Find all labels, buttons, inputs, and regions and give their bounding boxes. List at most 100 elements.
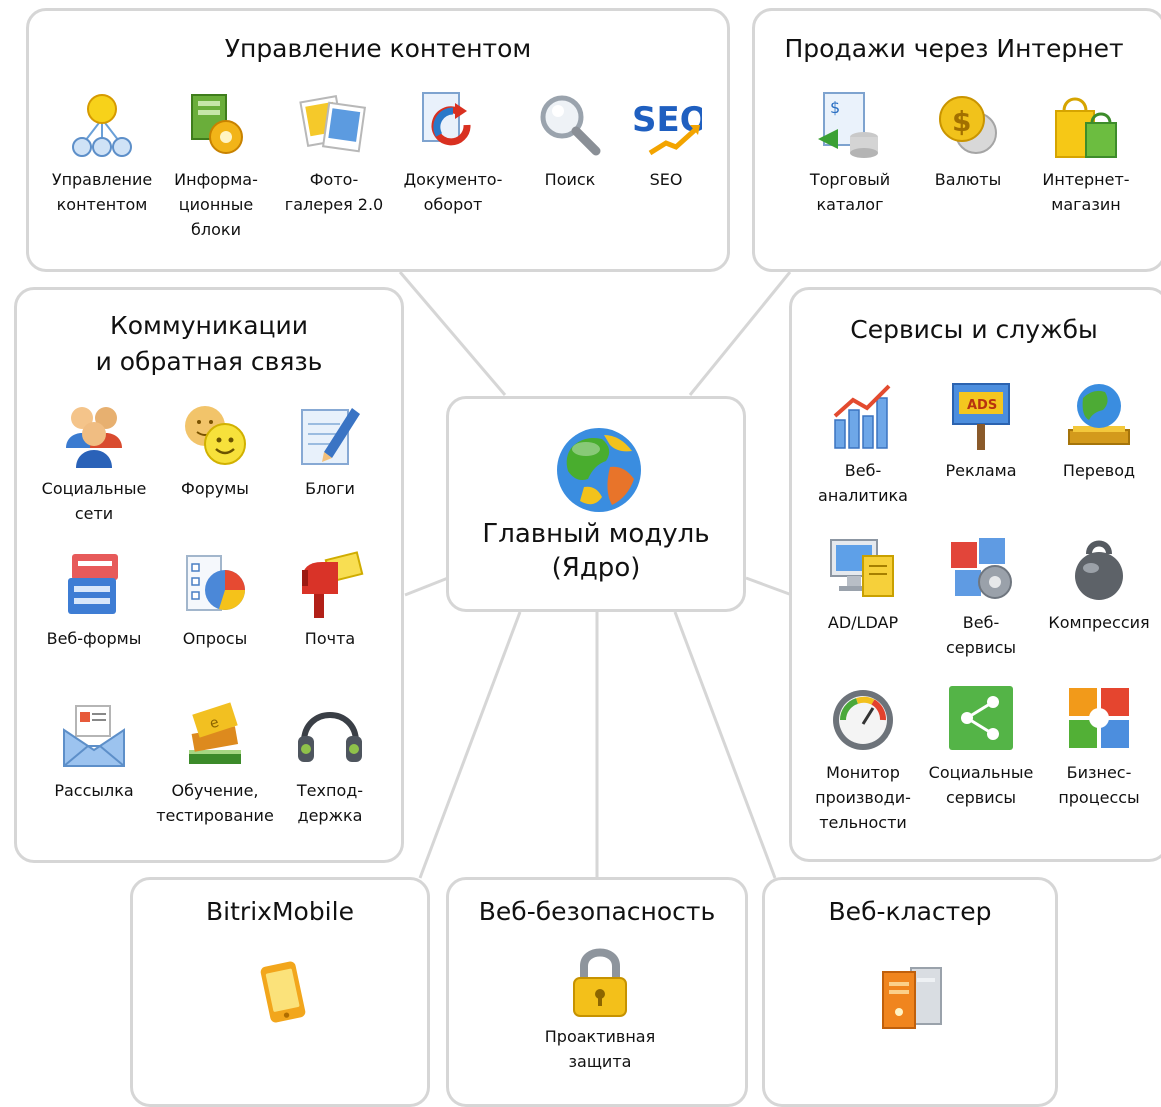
item-label: Веб-формы — [46, 629, 142, 648]
panel-communications: Коммуникации и обратная связь Социальные… — [14, 287, 404, 863]
item-mail[interactable]: Почта — [265, 548, 395, 651]
item-seo[interactable]: SEO SEO — [601, 89, 731, 192]
item-label: Веб- аналитика — [818, 461, 908, 505]
item-web-forms[interactable]: Веб-формы — [29, 548, 159, 651]
social-services-icon — [949, 686, 1013, 750]
item-label: Информа- ционные блоки — [174, 170, 258, 239]
item-web-analytics[interactable]: Веб- аналитика — [798, 380, 928, 508]
item-business-process[interactable]: Бизнес- процессы — [1034, 682, 1161, 810]
item-photo-gallery[interactable]: Фото- галерея 2.0 — [269, 89, 399, 217]
item-proactive-protection[interactable]: Проактивная защита — [535, 946, 665, 1074]
item-advertising[interactable]: ADS Реклама — [916, 380, 1046, 483]
padlock-icon — [573, 948, 627, 1017]
item-label: Почта — [304, 629, 356, 648]
panel-title: Сервисы и службы — [850, 315, 1098, 344]
item-currency[interactable]: $ Валюты — [903, 89, 1033, 192]
item-label: SEO — [649, 170, 683, 189]
trade-catalog-icon: $ — [818, 92, 878, 158]
item-label: Форумы — [181, 479, 249, 498]
item-label: Обучение, тестирование — [156, 781, 274, 825]
panel-bitrix-mobile: BitrixMobile — [130, 877, 430, 1107]
compression-icon — [1075, 540, 1123, 600]
item-content-management[interactable]: Управление контентом — [37, 89, 167, 217]
shopping-bag-icon — [1055, 97, 1117, 158]
item-info-blocks[interactable]: Информа- ционные блоки — [151, 89, 281, 242]
svg-text:ADS: ADS — [967, 398, 997, 413]
item-label: Бизнес- процессы — [1058, 763, 1140, 807]
item-forums[interactable]: Форумы — [150, 398, 280, 501]
item-label: Веб- сервисы — [945, 613, 1017, 657]
panel-title: Веб-кластер — [828, 897, 992, 926]
web-forms-icon — [68, 554, 118, 614]
connector-services — [745, 576, 793, 597]
item-label: Социальные сети — [41, 479, 147, 523]
svg-text:$: $ — [952, 105, 971, 138]
document-workflow-icon — [422, 92, 471, 146]
panel-title: Коммуникации и обратная связь — [95, 311, 323, 376]
connector-sales — [688, 271, 792, 396]
item-label: Перевод — [1062, 461, 1136, 480]
item-learning[interactable]: e Обучение, тестирование — [150, 700, 280, 828]
globe-icon — [557, 428, 641, 512]
business-process-icon — [1069, 688, 1129, 748]
blog-icon — [301, 408, 360, 465]
panel-web-cluster: Веб-кластер — [762, 877, 1058, 1107]
panel-web-security: Веб-безопасность Проактивная защита — [446, 877, 748, 1107]
ad-ldap-icon — [830, 539, 894, 597]
panel-internet-sales: Продажи через Интернет $ Торговый катало… — [752, 8, 1161, 272]
item-compression[interactable]: Компрессия — [1034, 532, 1161, 635]
item-label: Торговый каталог — [809, 170, 891, 214]
item-social-networks[interactable]: Социальные сети — [29, 398, 159, 526]
mobile-phone-icon — [260, 961, 306, 1023]
item-web-services[interactable]: Веб- сервисы — [916, 532, 1046, 660]
item-label: Валюты — [934, 170, 1002, 189]
item-online-shop[interactable]: Интернет- магазин — [1021, 89, 1151, 217]
item-polls[interactable]: Опросы — [150, 548, 280, 651]
content-management-icon — [72, 94, 132, 157]
newsletter-icon — [63, 705, 125, 767]
item-label: AD/LDAP — [827, 613, 899, 632]
connector-mobile — [418, 611, 522, 879]
social-network-icon — [66, 407, 122, 468]
item-support[interactable]: Техпод- держка — [265, 700, 395, 828]
item-performance-monitor[interactable]: Монитор производи- тельности — [798, 682, 928, 835]
web-services-icon — [951, 538, 1012, 599]
ads-icon: ADS — [952, 383, 1010, 450]
item-label: Компрессия — [1048, 613, 1150, 632]
panel-title: Веб-безопасность — [478, 897, 716, 926]
item-label: Управление контентом — [51, 170, 153, 214]
search-icon — [540, 95, 601, 156]
learning-icon: e — [189, 702, 241, 764]
connector-content — [398, 271, 507, 396]
item-label: Монитор производи- тельности — [815, 763, 911, 832]
mailbox-icon — [302, 551, 364, 618]
panel-title: Управление контентом — [224, 34, 532, 63]
photo-gallery-icon — [299, 95, 367, 153]
panel-title: Продажи через Интернет — [784, 34, 1124, 63]
support-headset-icon — [298, 712, 362, 762]
item-label: Опросы — [182, 629, 248, 648]
core-label: Главный модуль (Ядро) — [482, 519, 710, 583]
item-trade-catalog[interactable]: $ Торговый каталог — [785, 89, 915, 217]
panel-core: Главный модуль (Ядро) — [446, 396, 746, 612]
item-label: Фото- галерея 2.0 — [284, 170, 384, 214]
polls-icon — [186, 555, 245, 611]
item-label: Рассылка — [54, 781, 134, 800]
item-ad-ldap[interactable]: AD/LDAP — [798, 532, 928, 635]
connector-cluster — [673, 611, 777, 879]
panel-content-management: Управление контентом Управление контенто… — [26, 8, 730, 272]
forum-icon — [185, 406, 246, 465]
item-social-services[interactable]: Социальные сервисы — [916, 682, 1046, 810]
item-label: Блоги — [305, 479, 355, 498]
panel-services: Сервисы и службы Веб- аналитика ADS Рекл… — [789, 287, 1161, 862]
item-document-workflow[interactable]: Документо- оборот — [388, 89, 518, 217]
item-label: Реклама — [945, 461, 1017, 480]
item-blogs[interactable]: Блоги — [265, 398, 395, 501]
item-translation[interactable]: Перевод — [1034, 380, 1161, 483]
item-label: Интернет- магазин — [1042, 170, 1130, 214]
item-newsletter[interactable]: Рассылка — [29, 700, 159, 803]
item-label: Документо- оборот — [403, 170, 503, 214]
info-blocks-icon — [191, 94, 243, 154]
server-cluster-icon — [882, 967, 942, 1029]
currency-icon: $ — [939, 96, 997, 154]
